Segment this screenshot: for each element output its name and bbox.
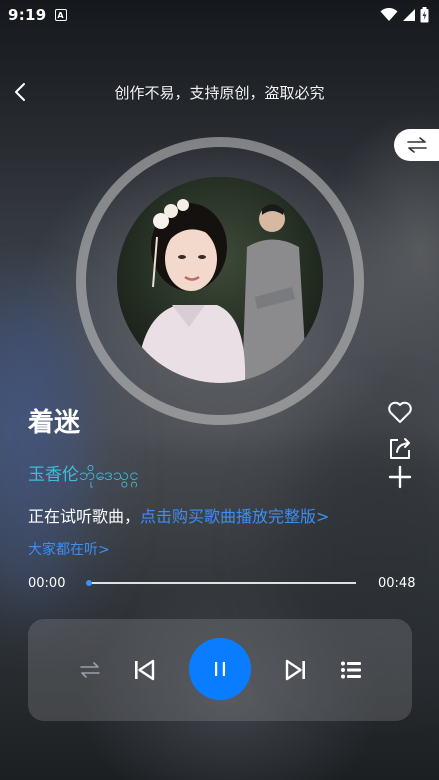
page-title: 创作不易，支持原创，盗取必究 xyxy=(114,83,325,102)
current-time: 00:00 xyxy=(28,576,66,591)
back-button[interactable] xyxy=(10,81,32,103)
pause-button[interactable] xyxy=(189,638,251,700)
everyone-listening-link[interactable]: 大家都在听> xyxy=(28,539,110,559)
playlist-icon xyxy=(341,661,361,679)
chevron-left-icon xyxy=(15,83,25,101)
signal-icon xyxy=(403,9,415,21)
previous-button[interactable] xyxy=(132,658,156,682)
repeat-icon xyxy=(80,662,100,678)
total-time: 00:48 xyxy=(378,576,416,591)
skip-previous-icon xyxy=(135,659,155,681)
trial-notice: 正在试听歌曲，点击购买歌曲播放完整版> xyxy=(28,503,329,527)
buy-full-song-link[interactable]: 点击购买歌曲播放完整版> xyxy=(140,507,329,526)
progress-thumb[interactable] xyxy=(85,580,92,586)
header: 创作不易，支持原创，盗取必究 xyxy=(0,75,439,109)
trial-notice-text: 正在试听歌曲， xyxy=(28,507,141,526)
next-button[interactable] xyxy=(284,658,308,682)
add-button[interactable] xyxy=(386,463,414,491)
playlist-button[interactable] xyxy=(339,658,363,682)
swap-arrows-icon xyxy=(407,137,427,153)
skip-next-icon xyxy=(285,659,305,681)
switch-view-button[interactable] xyxy=(394,129,439,161)
like-button[interactable] xyxy=(386,398,414,426)
play-mode-button[interactable] xyxy=(78,658,102,682)
share-icon xyxy=(390,438,410,459)
album-cover[interactable] xyxy=(117,177,323,383)
album-artwork xyxy=(117,177,323,383)
battery-icon xyxy=(420,7,429,23)
share-button[interactable] xyxy=(386,434,414,462)
artist-name[interactable]: 玉香伦ဘိုဒေသွင္ဂ xyxy=(28,460,139,489)
song-title: 着迷 xyxy=(28,408,81,438)
heart-icon xyxy=(388,401,412,423)
sim-icon: A xyxy=(54,9,67,21)
status-bar: 9:19 A xyxy=(0,0,439,30)
wifi-icon xyxy=(380,8,398,21)
status-time: 9:19 xyxy=(8,6,47,24)
progress-bar[interactable] xyxy=(85,580,356,586)
plus-icon xyxy=(388,465,412,489)
pause-icon xyxy=(215,662,225,676)
